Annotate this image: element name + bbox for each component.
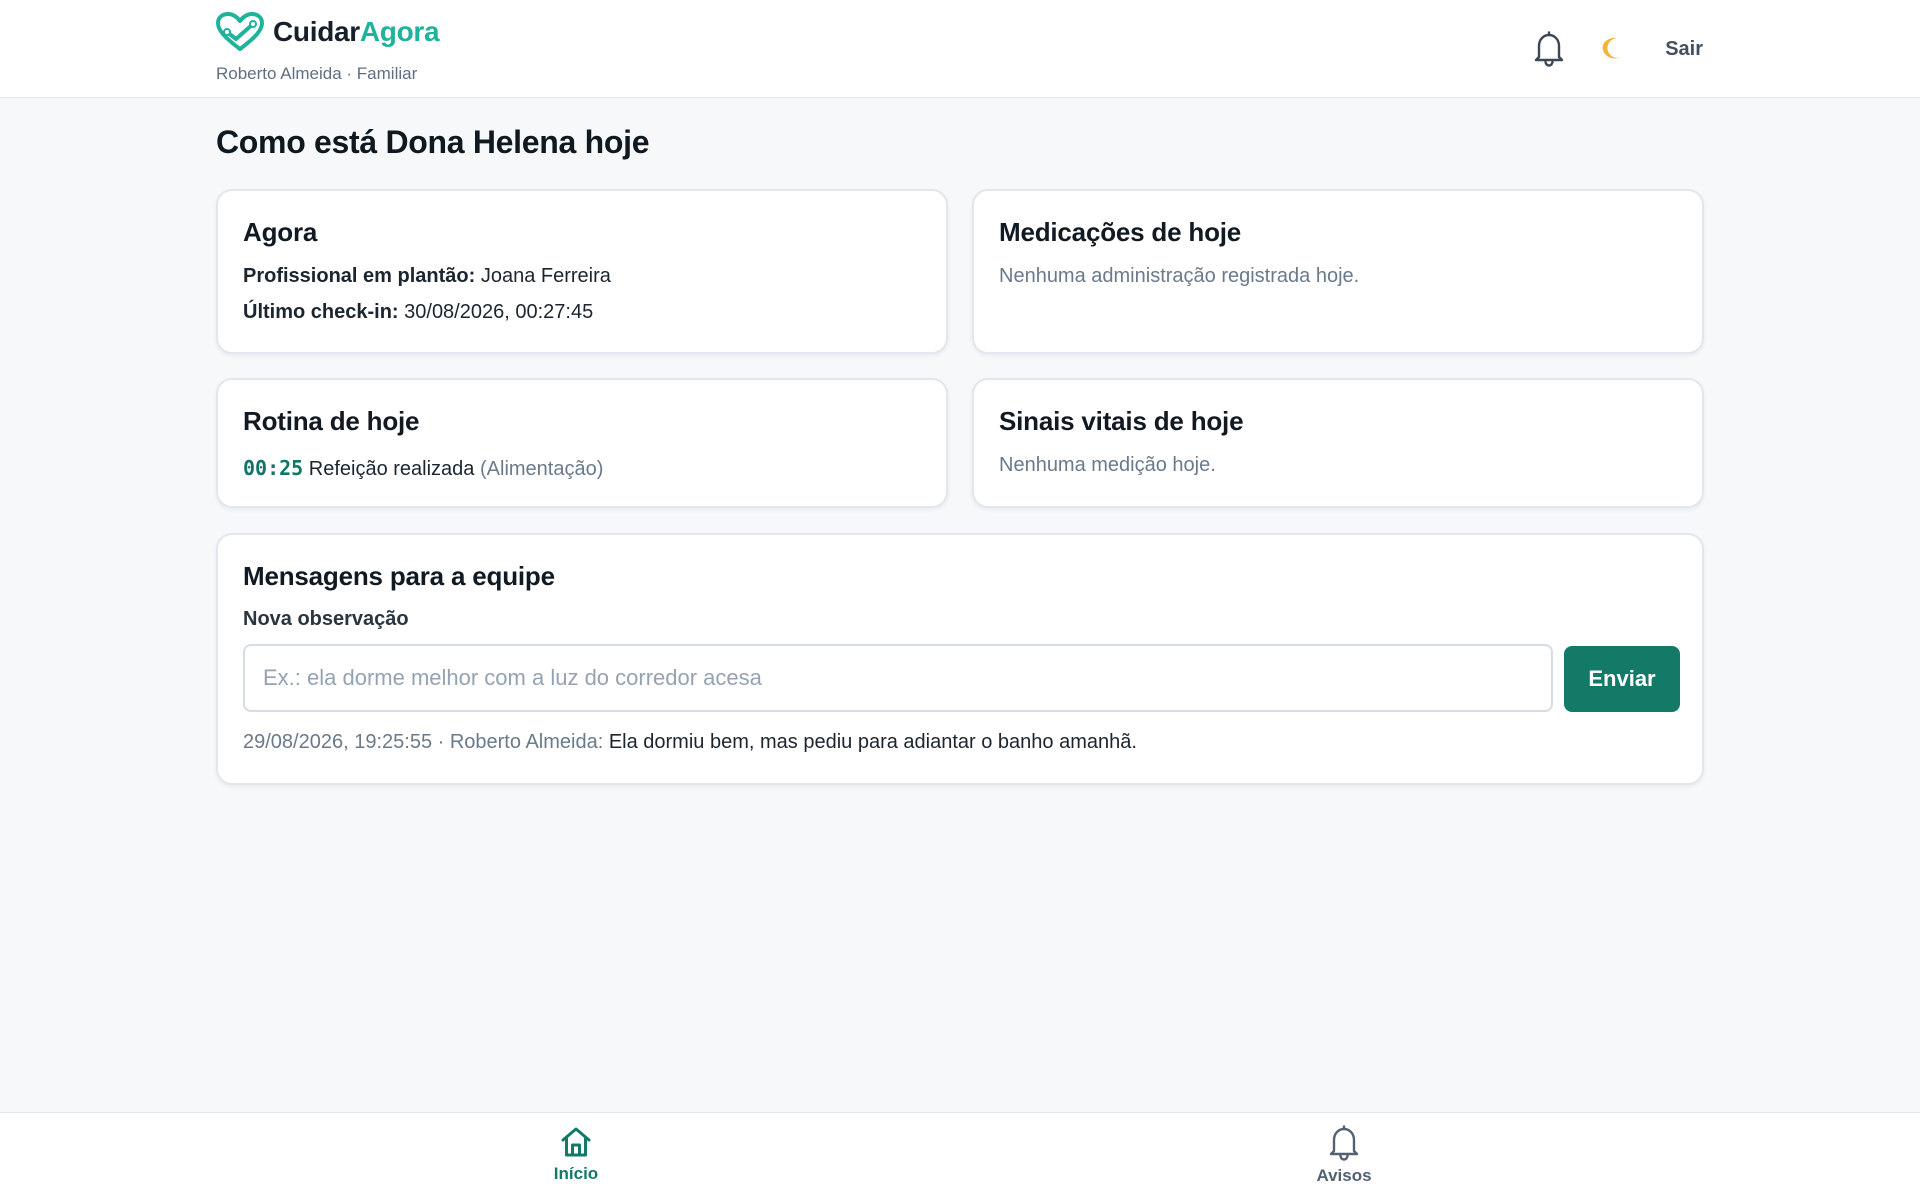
bell-icon — [1329, 1125, 1359, 1161]
new-note-input[interactable] — [243, 644, 1553, 712]
team-messages-card: Mensagens para a equipe Nova observação … — [216, 533, 1704, 785]
on-duty-row: Profissional em plantão: Joana Ferreira — [243, 265, 611, 288]
medications-card-title: Medicações de hoje — [999, 217, 1242, 247]
on-duty-value: Joana Ferreira — [475, 265, 611, 287]
on-duty-label: Profissional em plantão: — [243, 265, 476, 287]
routine-card-title: Rotina de hoje — [243, 406, 420, 436]
nav-home-label: Início — [553, 1164, 599, 1183]
now-card-title: Agora — [243, 217, 318, 247]
brand[interactable]: CuidarAgora — [215, 12, 440, 52]
routine-item-category: (Alimentação) — [480, 458, 604, 480]
routine-card: Rotina de hoje 00:25 Refeição realizada … — [216, 378, 948, 508]
vital-signs-empty-text: Nenhuma medição hoje. — [999, 454, 1216, 476]
theme-toggle-button[interactable] — [1593, 28, 1633, 70]
routine-item: 00:25 Refeição realizada (Alimentação) — [243, 456, 603, 481]
message-meta: 29/08/2026, 19:25:55 · Roberto Almeida: — [243, 731, 609, 753]
nav-item-home[interactable]: Início — [506, 1125, 646, 1195]
app-header: CuidarAgora Roberto Almeida · Familiar S… — [0, 0, 1920, 98]
bell-icon — [1534, 31, 1564, 67]
medications-empty-text: Nenhuma administração registrada hoje. — [999, 265, 1360, 287]
nav-item-notices[interactable]: Avisos — [1274, 1125, 1414, 1195]
vital-signs-card-title: Sinais vitais de hoje — [999, 406, 1244, 436]
app-name-part1: Cuidar — [273, 16, 360, 47]
routine-item-text: Refeição realizada — [303, 458, 480, 480]
message-item: 29/08/2026, 19:25:55 · Roberto Almeida: … — [243, 731, 1137, 754]
last-checkin-label: Último check-in: — [243, 301, 399, 323]
user-info: Roberto Almeida · Familiar — [216, 64, 418, 83]
last-checkin-value: 30/08/2026, 00:27:45 — [398, 301, 594, 323]
moon-icon — [1602, 37, 1624, 59]
medications-card: Medicações de hoje Nenhuma administração… — [972, 189, 1704, 354]
heart-logo-icon — [216, 12, 264, 51]
nav-notices-label: Avisos — [1316, 1166, 1372, 1185]
team-messages-title: Mensagens para a equipe — [243, 561, 555, 591]
last-checkin-row: Último check-in: 30/08/2026, 00:27:45 — [243, 301, 593, 324]
bottom-nav: Início Avisos — [0, 1112, 1920, 1200]
app-name-part2: Agora — [359, 16, 440, 47]
send-button[interactable]: Enviar — [1564, 646, 1680, 712]
logout-button[interactable]: Sair — [1663, 34, 1705, 65]
message-text: Ela dormiu bem, mas pediu para adiantar … — [608, 731, 1137, 753]
home-icon — [561, 1127, 591, 1157]
page-title: Como está Dona Helena hoje — [216, 124, 650, 160]
new-note-label: Nova observação — [243, 608, 409, 630]
header-actions: Sair — [1529, 28, 1705, 70]
routine-item-time: 00:25 — [243, 456, 304, 480]
notifications-button[interactable] — [1529, 28, 1569, 70]
app-name: CuidarAgora — [273, 16, 440, 48]
now-card: Agora Profissional em plantão: Joana Fer… — [216, 189, 948, 354]
vital-signs-card: Sinais vitais de hoje Nenhuma medição ho… — [972, 378, 1704, 508]
